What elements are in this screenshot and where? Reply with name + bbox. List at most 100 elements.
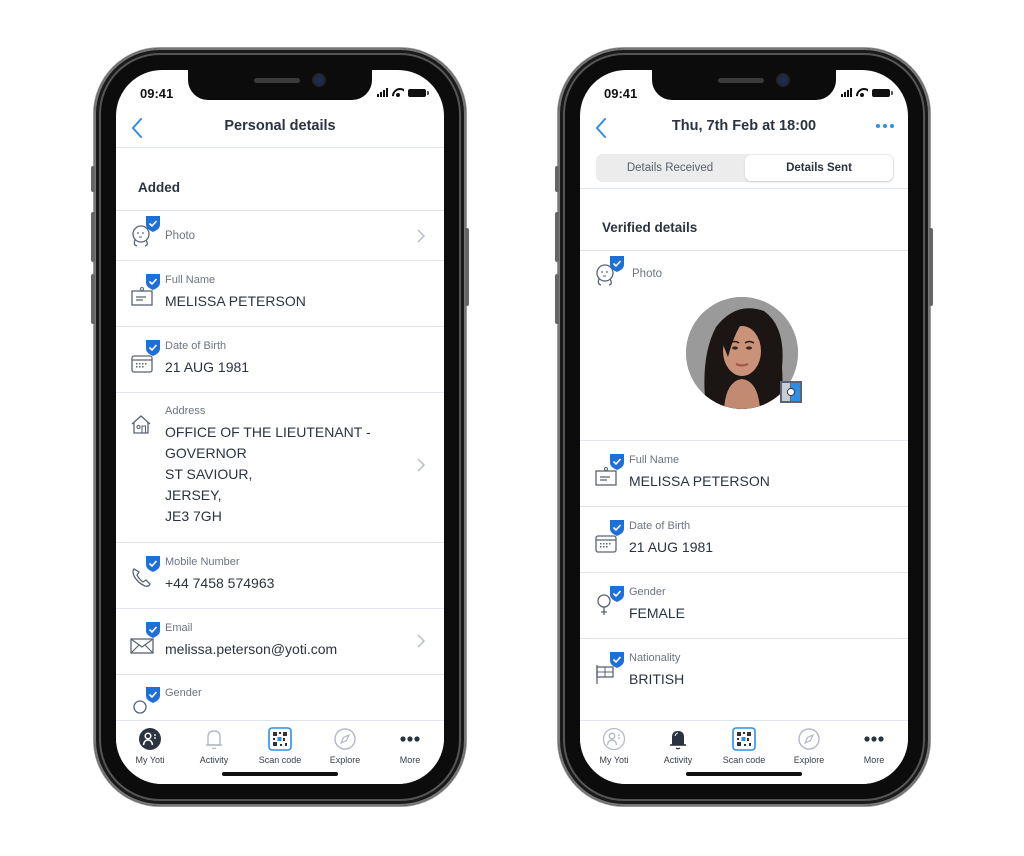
row-label: Nationality	[629, 652, 681, 664]
tab-explore[interactable]: Explore	[779, 727, 839, 765]
notch	[652, 70, 836, 100]
selfie-camera-icon	[780, 381, 802, 403]
volume-up-button	[555, 212, 559, 262]
phone-activity-details: 09:41 Thu, 7th Feb at 18:00 Details Rece…	[555, 48, 933, 806]
verified-badge-icon	[610, 256, 624, 272]
tab-label: Scan code	[722, 755, 766, 765]
segmented-control: Details Received Details Sent	[596, 154, 894, 182]
row-label: Full Name	[165, 274, 216, 286]
list-item-gender[interactable]: Gender FEMALE	[580, 572, 908, 638]
list-item-photo[interactable]: Photo	[580, 250, 908, 440]
chevron-right-icon[interactable]	[416, 633, 426, 649]
row-label: Gender	[165, 687, 202, 699]
list-item-photo[interactable]: Photo	[116, 210, 444, 260]
chevron-right-icon[interactable]	[416, 457, 426, 473]
list-item-email[interactable]: Email melissa.peterson@yoti.com	[116, 608, 444, 674]
verified-badge-icon	[610, 520, 624, 536]
my-yoti-icon	[139, 728, 161, 750]
tab-more[interactable]: More	[380, 727, 440, 765]
tab-label: Activity	[663, 755, 693, 765]
tab-label: More	[399, 755, 421, 765]
bell-icon	[206, 730, 222, 750]
tab-scan-code[interactable]: Scan code	[714, 727, 774, 765]
tab-details-received[interactable]: Details Received	[596, 154, 744, 182]
compass-icon	[798, 728, 820, 750]
section-title: Added	[138, 180, 180, 195]
list-item-address[interactable]: Address OFFICE OF THE LIEUTENANT - GOVER…	[116, 392, 444, 542]
signal-icon	[841, 88, 852, 97]
home-indicator[interactable]	[222, 772, 338, 776]
qr-code-icon	[732, 727, 756, 751]
verified-badge-icon	[610, 586, 624, 602]
row-label: Gender	[629, 586, 666, 598]
divider	[580, 188, 908, 189]
tab-more[interactable]: More	[844, 727, 904, 765]
notch	[188, 70, 372, 100]
row-value: BRITISH	[629, 671, 685, 687]
list-item-date-of-birth[interactable]: Date of Birth 21 AUG 1981	[580, 506, 908, 572]
tab-details-sent[interactable]: Details Sent	[745, 155, 893, 181]
status-time: 09:41	[604, 86, 638, 101]
tab-activity[interactable]: Activity	[648, 727, 708, 765]
list-item-mobile-number[interactable]: Mobile Number +44 7458 574963	[116, 542, 444, 608]
verified-badge-icon	[146, 274, 160, 290]
row-value: OFFICE OF THE LIEUTENANT - GOVERNOR ST S…	[165, 424, 371, 524]
more-dots-icon	[400, 736, 420, 742]
verified-badge-icon	[146, 622, 160, 638]
compass-icon	[334, 728, 356, 750]
list-item-gender[interactable]: Gender	[116, 674, 444, 714]
row-value: +44 7458 574963	[165, 575, 275, 591]
qr-code-icon	[268, 727, 292, 751]
power-button	[465, 228, 469, 306]
verified-badge-icon	[146, 216, 160, 232]
verified-badge-icon	[610, 652, 624, 668]
power-button	[929, 228, 933, 306]
screen: 09:41 Thu, 7th Feb at 18:00 Details Rece…	[580, 70, 908, 784]
battery-icon	[408, 88, 429, 97]
volume-up-button	[91, 212, 95, 262]
signal-icon	[377, 88, 388, 97]
section-title: Verified details	[602, 220, 698, 235]
tab-explore[interactable]: Explore	[315, 727, 375, 765]
house-icon	[131, 415, 151, 434]
volume-down-button	[91, 274, 95, 324]
row-value: melissa.peterson@yoti.com	[165, 641, 338, 657]
tab-label: Activity	[199, 755, 229, 765]
nav-bar: Thu, 7th Feb at 18:00	[580, 110, 908, 146]
row-label: Photo	[165, 230, 196, 242]
volume-down-button	[555, 274, 559, 324]
phone-personal-details: 09:41 Personal details Added Photo Full …	[91, 48, 469, 806]
tab-label: Scan code	[258, 755, 302, 765]
screen: 09:41 Personal details Added Photo Full …	[116, 70, 444, 784]
list-item-date-of-birth[interactable]: Date of Birth 21 AUG 1981	[116, 326, 444, 392]
tab-scan-code[interactable]: Scan code	[250, 727, 310, 765]
row-label: Full Name	[629, 454, 680, 466]
tab-label: Explore	[329, 755, 361, 765]
profile-photo[interactable]	[686, 297, 802, 409]
row-value: MELISSA PETERSON	[165, 293, 306, 309]
status-time: 09:41	[140, 86, 174, 101]
tab-label: My Yoti	[135, 755, 165, 765]
tab-my-yoti[interactable]: My Yoti	[120, 727, 180, 765]
row-value: MELISSA PETERSON	[629, 473, 770, 489]
row-label: Mobile Number	[165, 556, 240, 568]
home-indicator[interactable]	[686, 772, 802, 776]
tab-label: More	[863, 755, 885, 765]
tab-activity[interactable]: Activity	[184, 727, 244, 765]
chevron-right-icon[interactable]	[416, 228, 426, 244]
more-dots-icon	[864, 736, 884, 742]
list-item-full-name[interactable]: Full Name MELISSA PETERSON	[580, 440, 908, 506]
list-item-full-name[interactable]: Full Name MELISSA PETERSON	[116, 260, 444, 326]
more-horizontal-icon[interactable]	[876, 124, 894, 128]
verified-badge-icon	[146, 687, 160, 703]
wifi-icon	[856, 88, 868, 97]
list-item-nationality[interactable]: Nationality BRITISH	[580, 638, 908, 704]
tab-my-yoti[interactable]: My Yoti	[584, 727, 644, 765]
row-value: FEMALE	[629, 605, 686, 621]
mute-switch	[91, 166, 95, 192]
row-label: Photo	[632, 268, 663, 280]
mute-switch	[555, 166, 559, 192]
my-yoti-icon	[602, 727, 626, 751]
verified-badge-icon	[146, 556, 160, 572]
divider	[116, 147, 444, 148]
